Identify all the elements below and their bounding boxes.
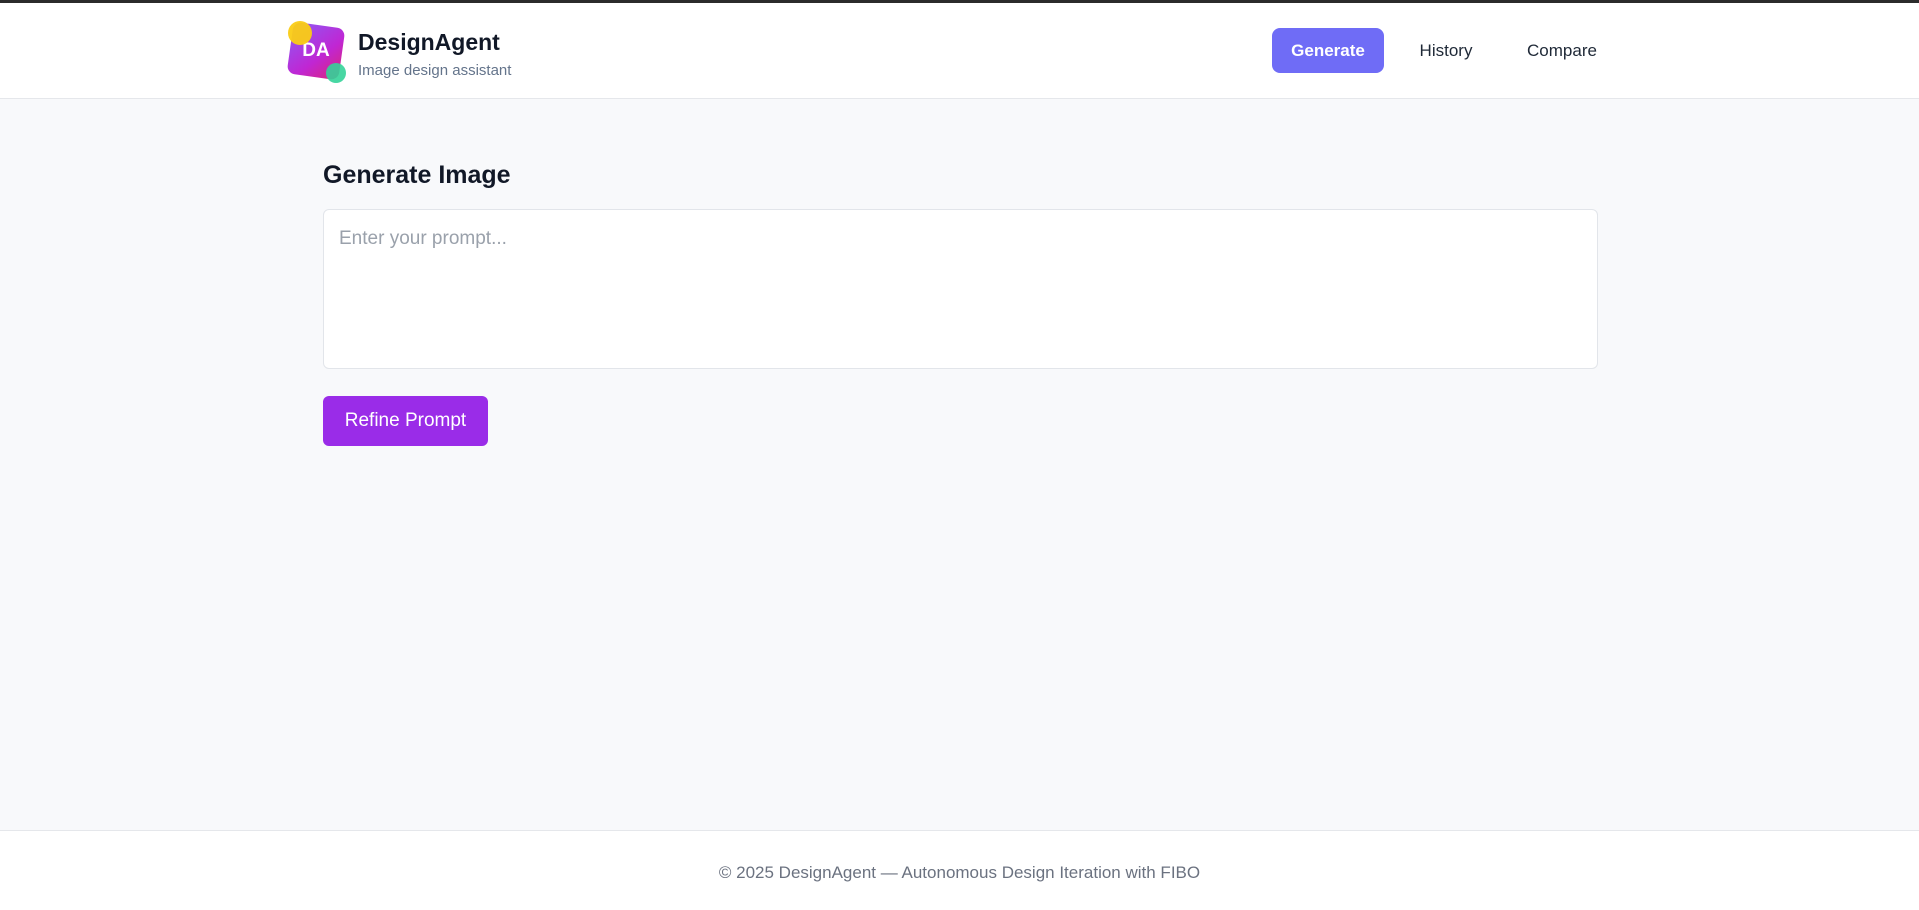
brand-title: DesignAgent: [358, 29, 500, 55]
page-title: Generate Image: [323, 161, 511, 189]
site-footer: © 2025 DesignAgent — Autonomous Design I…: [0, 830, 1919, 910]
refine-prompt-button[interactable]: Refine Prompt: [323, 396, 488, 446]
logo-green-dot: [326, 63, 346, 83]
footer-text: © 2025 DesignAgent — Autonomous Design I…: [718, 863, 1201, 882]
brand[interactable]: DA DesignAgent Image design assistant: [286, 21, 548, 83]
prompt-input[interactable]: [323, 209, 1598, 369]
site-header: DA DesignAgent Image design assistant Ge…: [0, 3, 1919, 99]
brand-subtitle: Image design assistant: [358, 62, 512, 79]
nav-history[interactable]: History: [1404, 28, 1488, 73]
nav-compare[interactable]: Compare: [1512, 28, 1612, 73]
nav-generate[interactable]: Generate: [1272, 28, 1384, 73]
logo-yellow-dot: [288, 21, 312, 45]
